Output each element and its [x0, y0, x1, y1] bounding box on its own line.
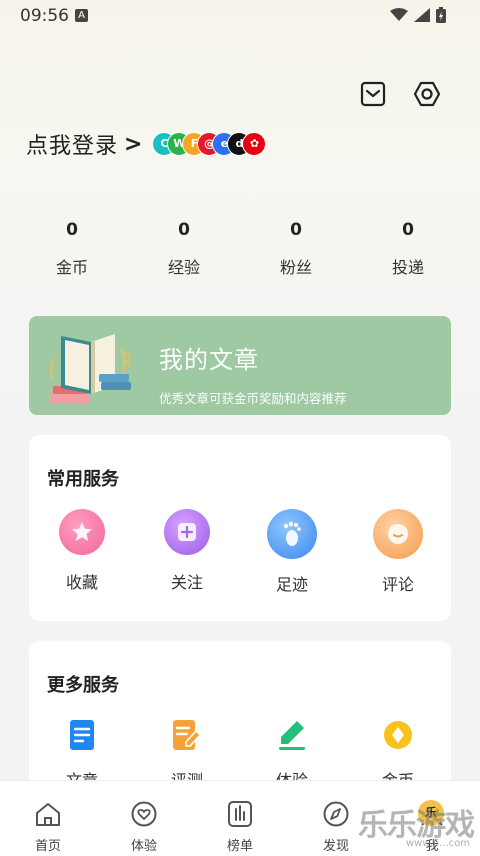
tab-ranking[interactable]: 榜单 [210, 801, 270, 854]
service-footprints[interactable]: 足迹 [242, 509, 342, 595]
status-time: 09:56 [20, 6, 69, 26]
review-icon [171, 719, 203, 751]
heart-icon [131, 801, 157, 827]
comment-icon [373, 509, 423, 559]
coin-icon [382, 719, 414, 751]
login-button[interactable]: 点我登录 > C W F @ e d ✿ [26, 128, 267, 160]
chevron-right-icon: > [124, 131, 143, 157]
tab-home[interactable]: 首页 [18, 801, 78, 854]
wifi-icon [390, 8, 408, 21]
footprint-icon [267, 509, 317, 559]
stat-experience[interactable]: 0 经验 [134, 220, 234, 278]
tab-experience[interactable]: 体验 [114, 801, 174, 854]
tab-label: 首页 [34, 839, 61, 854]
status-indicator: A [75, 9, 88, 22]
service-favorites[interactable]: 收藏 [32, 509, 132, 593]
banner-subtitle: 优秀文章可获金币奖励和内容推荐 [159, 391, 347, 406]
service-label: 关注 [170, 573, 203, 592]
status-icons [390, 7, 446, 23]
books-illustration [43, 328, 143, 412]
tab-discover[interactable]: 发现 [306, 801, 366, 854]
huawei-icon[interactable]: ✿ [242, 132, 267, 156]
common-services-card: 常用服务 收藏 关注 足迹 评论 [29, 435, 451, 621]
stat-submissions[interactable]: 0 投递 [358, 220, 458, 278]
login-label: 点我登录 [26, 134, 119, 159]
watermark-url: www.6...com [405, 838, 470, 849]
status-bar: 09:56 A [0, 0, 480, 32]
service-label: 足迹 [275, 575, 308, 594]
settings-icon[interactable] [413, 80, 441, 108]
stat-fans[interactable]: 0 粉丝 [246, 220, 346, 278]
stat-label: 经验 [167, 258, 200, 277]
stat-label: 粉丝 [279, 258, 312, 277]
service-label: 收藏 [65, 573, 98, 592]
more-services-title: 更多服务 [47, 675, 119, 696]
compass-icon [323, 801, 349, 827]
service-following[interactable]: 关注 [137, 509, 237, 593]
stat-coins[interactable]: 0 金币 [22, 220, 122, 278]
service-comments[interactable]: 评论 [348, 509, 448, 595]
star-icon [59, 509, 105, 555]
stat-value: 0 [66, 220, 78, 240]
home-icon [36, 803, 60, 826]
battery-icon [436, 7, 446, 23]
signal-icon [414, 8, 430, 22]
pen-icon [276, 719, 308, 751]
stat-label: 金币 [55, 258, 88, 277]
login-providers: C W F @ e d ✿ [152, 132, 267, 156]
common-services-title: 常用服务 [47, 469, 119, 490]
stat-value: 0 [178, 220, 190, 240]
stat-value: 0 [402, 220, 414, 240]
service-label: 评论 [381, 575, 414, 594]
tab-label: 榜单 [226, 839, 253, 854]
article-icon [66, 719, 98, 751]
mail-icon[interactable] [359, 80, 387, 108]
stat-label: 投递 [391, 258, 424, 277]
ranking-icon [228, 801, 252, 827]
tab-label: 体验 [130, 839, 157, 854]
my-articles-banner[interactable]: 我的文章 优秀文章可获金币奖励和内容推荐 [29, 316, 451, 415]
stat-value: 0 [290, 220, 302, 240]
banner-title: 我的文章 [159, 346, 259, 374]
tab-label: 发现 [322, 839, 349, 854]
plus-icon [164, 509, 210, 555]
